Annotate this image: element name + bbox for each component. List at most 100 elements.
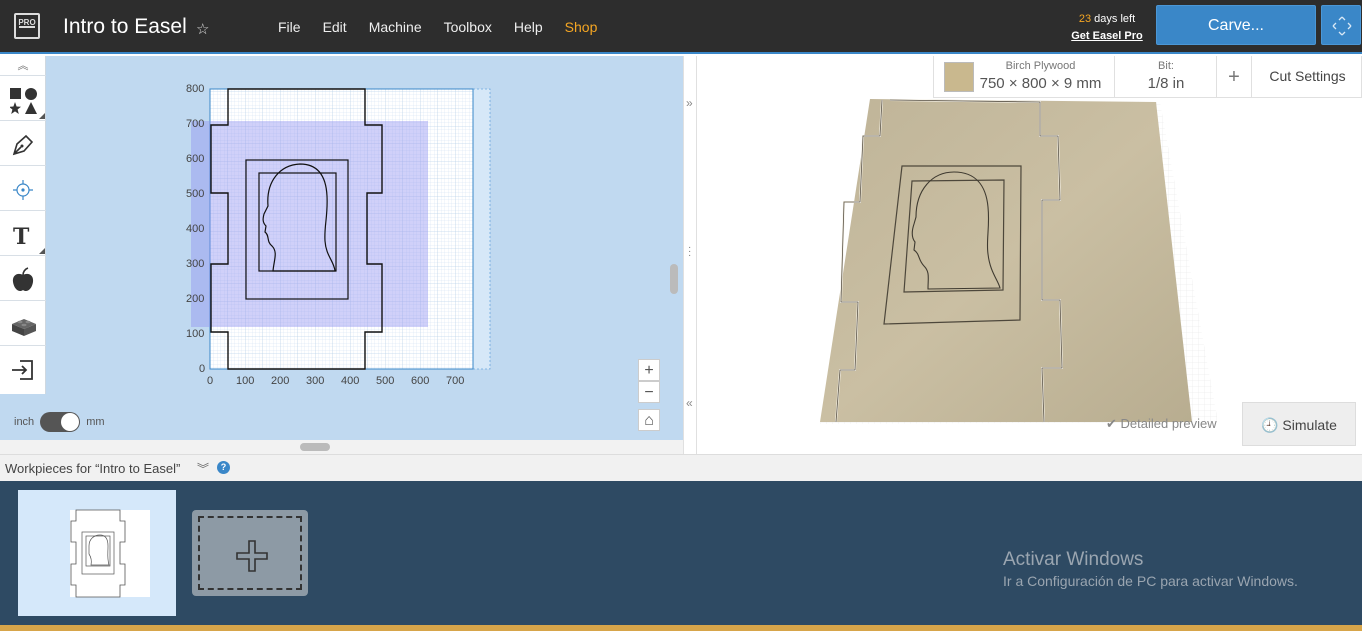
- y-tick-label: 500: [186, 188, 204, 200]
- menu-help[interactable]: Help: [514, 19, 543, 35]
- clock-icon: 🕘: [1261, 417, 1279, 433]
- tool-submenu-indicator: [39, 113, 45, 119]
- material-settings-bar: Birch Plywood 750 × 800 × 9 mm Bit: 1/8 …: [933, 56, 1362, 98]
- star-icon[interactable]: ☆: [196, 20, 209, 38]
- material-dimensions[interactable]: 750 × 800 × 9 mm: [978, 75, 1103, 92]
- y-tick-label: 400: [186, 223, 204, 235]
- expand-design-icon[interactable]: «: [686, 396, 693, 410]
- unit-switch[interactable]: [40, 412, 81, 432]
- y-tick-label: 100: [186, 328, 204, 340]
- horizontal-scroll-thumb[interactable]: [300, 443, 330, 451]
- detailed-preview-toggle[interactable]: ✔ Detailed preview: [1106, 416, 1217, 432]
- panel-divider[interactable]: » · · · «: [683, 56, 697, 454]
- unit-mm-label: mm: [86, 416, 105, 428]
- days-left: 23 days left: [1078, 13, 1136, 25]
- y-axis: 800 700 600 500 400 300 200 100 0: [186, 83, 205, 375]
- import-icon: [12, 360, 33, 380]
- plus-icon: [236, 540, 268, 572]
- simulate-button[interactable]: 🕘 Simulate: [1242, 402, 1356, 446]
- zoom-out-button[interactable]: −: [638, 381, 660, 403]
- check-icon: ✔: [1106, 416, 1121, 431]
- menu-toolbox[interactable]: Toolbox: [444, 19, 492, 35]
- apps-tool[interactable]: [0, 302, 46, 346]
- x-tick-label: 300: [306, 375, 324, 387]
- x-axis: 0 100 200 300 400 500 600 700: [207, 375, 464, 387]
- os-taskbar: [0, 625, 1362, 631]
- add-workpiece-button[interactable]: [192, 510, 308, 596]
- svg-text:T: T: [13, 224, 30, 248]
- vertical-scroll-thumb[interactable]: [670, 264, 678, 294]
- help-icon[interactable]: ?: [217, 461, 230, 474]
- collapse-toolbox-button[interactable]: ︽: [0, 56, 46, 76]
- y-tick-label: 600: [186, 153, 204, 165]
- x-tick-label: 100: [236, 375, 254, 387]
- import-tool[interactable]: [0, 347, 46, 391]
- dashed-border: [198, 516, 302, 590]
- pen-tool[interactable]: [0, 122, 46, 166]
- expand-preview-icon[interactable]: »: [686, 96, 693, 110]
- zoom-in-button[interactable]: +: [638, 359, 660, 381]
- y-tick-label: 200: [186, 293, 204, 305]
- expand-icon: [1332, 16, 1352, 36]
- crosshair-icon: [13, 180, 33, 200]
- project-title[interactable]: Intro to Easel: [63, 15, 187, 39]
- cut-settings-button[interactable]: Cut Settings: [1252, 56, 1362, 98]
- x-tick-label: 500: [376, 375, 394, 387]
- text-tool[interactable]: T: [0, 212, 46, 256]
- top-bar: PRO Intro to Easel ☆ File Edit Machine T…: [0, 0, 1362, 54]
- apple-icon: [12, 267, 34, 292]
- design-canvas[interactable]: 800 700 600 500 400 300 200 100 0 0 100 …: [0, 56, 683, 440]
- chevron-down-icon[interactable]: ︾: [197, 460, 209, 477]
- workpieces-title[interactable]: Workpieces for “Intro to Easel”: [5, 461, 180, 476]
- x-tick-label: 600: [411, 375, 429, 387]
- activation-title: Activar Windows: [1003, 549, 1144, 570]
- x-tick-label: 0: [207, 375, 213, 387]
- shapes-icon: [10, 88, 37, 114]
- home-view-button[interactable]: ⌂: [638, 409, 660, 431]
- divider: [1114, 56, 1115, 98]
- x-tick-label: 200: [271, 375, 289, 387]
- menu-machine[interactable]: Machine: [369, 19, 422, 35]
- menu-file[interactable]: File: [278, 19, 301, 35]
- fullscreen-button[interactable]: [1321, 5, 1361, 45]
- selection-box[interactable]: [191, 121, 428, 327]
- easel-app: PRO Intro to Easel ☆ File Edit Machine T…: [0, 0, 1362, 631]
- add-bit-button[interactable]: +: [1217, 56, 1251, 98]
- menu-shop[interactable]: Shop: [565, 19, 598, 35]
- unit-toggle: inch mm: [14, 412, 105, 432]
- text-icon: T: [13, 224, 30, 248]
- lego-brick-icon: [12, 319, 36, 336]
- switch-knob: [61, 413, 80, 431]
- y-tick-label: 0: [199, 363, 205, 375]
- material-name[interactable]: Birch Plywood: [978, 60, 1103, 72]
- workpiece-thumbnail[interactable]: [18, 490, 176, 616]
- material-swatch[interactable]: [944, 62, 974, 92]
- toolbox-sidebar: ︽ T: [0, 56, 46, 394]
- activation-subtitle: Ir a Configuración de PC para activar Wi…: [1003, 573, 1298, 589]
- drag-handle-icon[interactable]: · · ·: [688, 243, 691, 261]
- trial-status: 23 days left Get Easel Pro: [1062, 11, 1152, 45]
- unit-inch-label: inch: [14, 416, 35, 428]
- bit-label: Bit:: [1158, 60, 1174, 72]
- x-tick-label: 700: [446, 375, 464, 387]
- icon-library-tool[interactable]: [0, 257, 46, 301]
- carve-preview-3d[interactable]: [808, 92, 1238, 432]
- y-tick-label: 700: [186, 118, 204, 130]
- x-tick-label: 400: [341, 375, 359, 387]
- shapes-tool[interactable]: [0, 77, 46, 121]
- y-tick-label: 300: [186, 258, 204, 270]
- workpiece-preview-image: [70, 509, 150, 598]
- windows-activation-notice: Activar Windows Ir a Configuración de PC…: [1003, 549, 1298, 589]
- main-menu: File Edit Machine Toolbox Help Shop: [278, 19, 619, 35]
- preview-plywood: [820, 99, 1192, 422]
- horizontal-scrollbar[interactable]: [0, 440, 683, 454]
- easel-pro-logo[interactable]: PRO: [14, 13, 40, 39]
- get-easel-pro-link[interactable]: Get Easel Pro: [1062, 28, 1152, 45]
- workpieces-header: Workpieces for “Intro to Easel” ︾ ?: [0, 454, 1362, 481]
- carve-button[interactable]: Carve...: [1156, 5, 1316, 45]
- bit-value[interactable]: 1/8 in: [1116, 75, 1216, 92]
- menu-edit[interactable]: Edit: [323, 19, 347, 35]
- point-tool[interactable]: [0, 167, 46, 211]
- y-tick-label: 800: [186, 83, 204, 95]
- tool-submenu-indicator: [39, 248, 45, 254]
